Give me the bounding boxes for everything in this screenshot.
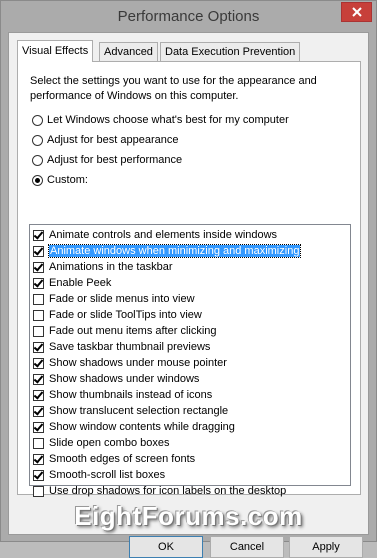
radio-button[interactable] xyxy=(32,114,43,126)
effect-list-item[interactable]: Slide open combo boxes xyxy=(33,435,169,451)
effect-list-item[interactable]: Show thumbnails instead of icons xyxy=(33,387,212,403)
title-bar[interactable]: Performance Options xyxy=(1,1,376,31)
effect-label: Show shadows under mouse pointer xyxy=(49,357,227,369)
effect-list-item[interactable]: Save taskbar thumbnail previews xyxy=(33,339,210,355)
effect-checkbox[interactable] xyxy=(33,341,44,353)
effect-checkbox[interactable] xyxy=(33,293,44,305)
tab-visual-effects[interactable]: Visual Effects xyxy=(17,40,94,62)
effect-checkbox[interactable] xyxy=(33,437,44,449)
radio-button[interactable] xyxy=(32,174,43,186)
radio-let-windows-choose[interactable]: Let Windows choose what's best for my co… xyxy=(32,112,289,128)
effect-checkbox[interactable] xyxy=(33,309,44,321)
effect-checkbox[interactable] xyxy=(33,469,44,481)
close-icon xyxy=(351,7,362,17)
dialog-client-area: Visual Effects Advanced Data Execution P… xyxy=(8,32,369,558)
effect-list-item[interactable]: Show shadows under windows xyxy=(33,371,199,387)
window-title: Performance Options xyxy=(117,8,260,25)
effect-checkbox[interactable] xyxy=(33,261,44,273)
radio-button[interactable] xyxy=(32,154,43,166)
effect-list-item[interactable]: Use drop shadows for icon labels on the … xyxy=(33,483,286,499)
radio-label: Adjust for best appearance xyxy=(47,134,179,146)
effect-label: Smooth-scroll list boxes xyxy=(49,469,166,481)
radio-custom[interactable]: Custom: xyxy=(32,172,88,188)
effect-label: Fade or slide menus into view xyxy=(49,293,195,305)
effect-label: Fade out menu items after clicking xyxy=(49,325,217,337)
description-text: Select the settings you want to use for … xyxy=(30,75,317,102)
effect-label: Show shadows under windows xyxy=(49,373,200,385)
effect-list-item[interactable]: Show translucent selection rectangle xyxy=(33,403,228,419)
performance-options-dialog: Performance Options Visual Effects Advan… xyxy=(0,0,377,558)
effect-list-item[interactable]: Fade or slide menus into view xyxy=(33,291,195,307)
tab-data-execution-prevention[interactable]: Data Execution Prevention xyxy=(160,42,301,61)
effect-label: Animations in the taskbar xyxy=(49,261,173,273)
effect-list-item[interactable]: Fade out menu items after clicking xyxy=(33,323,217,339)
radio-best-appearance[interactable]: Adjust for best appearance xyxy=(32,132,178,148)
effect-checkbox[interactable] xyxy=(33,485,44,497)
effect-list-item[interactable]: Fade or slide ToolTips into view xyxy=(33,307,202,323)
effect-list-item[interactable]: Smooth-scroll list boxes xyxy=(33,467,165,483)
effect-label: Smooth edges of screen fonts xyxy=(49,453,196,465)
radio-label: Adjust for best performance xyxy=(47,154,183,166)
cancel-button[interactable]: Cancel xyxy=(210,536,284,558)
effect-checkbox[interactable] xyxy=(33,277,44,289)
effect-list-item[interactable]: Animate windows when minimizing and maxi… xyxy=(33,243,302,259)
effect-checkbox[interactable] xyxy=(33,405,44,417)
effect-label: Show window contents while dragging xyxy=(49,421,235,433)
effect-list-item[interactable]: Smooth edges of screen fonts xyxy=(33,451,195,467)
effect-label: Enable Peek xyxy=(49,277,112,289)
effect-checkbox[interactable] xyxy=(33,421,44,433)
effect-list-item[interactable]: Animations in the taskbar xyxy=(33,259,173,275)
effect-list-item[interactable]: Show window contents while dragging xyxy=(33,419,235,435)
close-button[interactable] xyxy=(341,2,372,22)
tab-advanced[interactable]: Advanced xyxy=(99,42,158,61)
effect-label: Animate controls and elements inside win… xyxy=(49,229,278,241)
effect-list-item[interactable]: Animate controls and elements inside win… xyxy=(33,227,277,243)
effect-checkbox[interactable] xyxy=(33,453,44,465)
effect-label: Use drop shadows for icon labels on the … xyxy=(49,485,287,497)
effect-checkbox[interactable] xyxy=(33,245,44,257)
effect-checkbox[interactable] xyxy=(33,357,44,369)
radio-label: Let Windows choose what's best for my co… xyxy=(47,114,289,126)
effect-label: Slide open combo boxes xyxy=(49,437,170,449)
effect-label: Show translucent selection rectangle xyxy=(49,405,229,417)
watermark-text: EightForums.com xyxy=(74,501,303,531)
effect-label: Fade or slide ToolTips into view xyxy=(49,309,202,321)
effect-checkbox[interactable] xyxy=(33,325,44,337)
effect-checkbox[interactable] xyxy=(33,389,44,401)
visual-effects-list[interactable]: Animate controls and elements inside win… xyxy=(29,224,351,497)
radio-label: Custom: xyxy=(47,174,88,186)
effect-label: Save taskbar thumbnail previews xyxy=(49,341,211,353)
ok-button[interactable]: OK xyxy=(129,536,203,558)
effect-checkbox[interactable] xyxy=(33,229,44,241)
effect-label: Show thumbnails instead of icons xyxy=(49,389,213,401)
effect-list-item[interactable]: Enable Peek xyxy=(33,275,111,291)
apply-button[interactable]: Apply xyxy=(289,536,363,558)
effect-checkbox[interactable] xyxy=(33,373,44,385)
effect-label: Animate windows when minimizing and maxi… xyxy=(47,244,302,258)
radio-button[interactable] xyxy=(32,134,43,146)
effect-list-item[interactable]: Show shadows under mouse pointer xyxy=(33,355,227,371)
visual-effects-panel: Select the settings you want to use for … xyxy=(17,61,361,497)
radio-best-performance[interactable]: Adjust for best performance xyxy=(32,152,182,168)
